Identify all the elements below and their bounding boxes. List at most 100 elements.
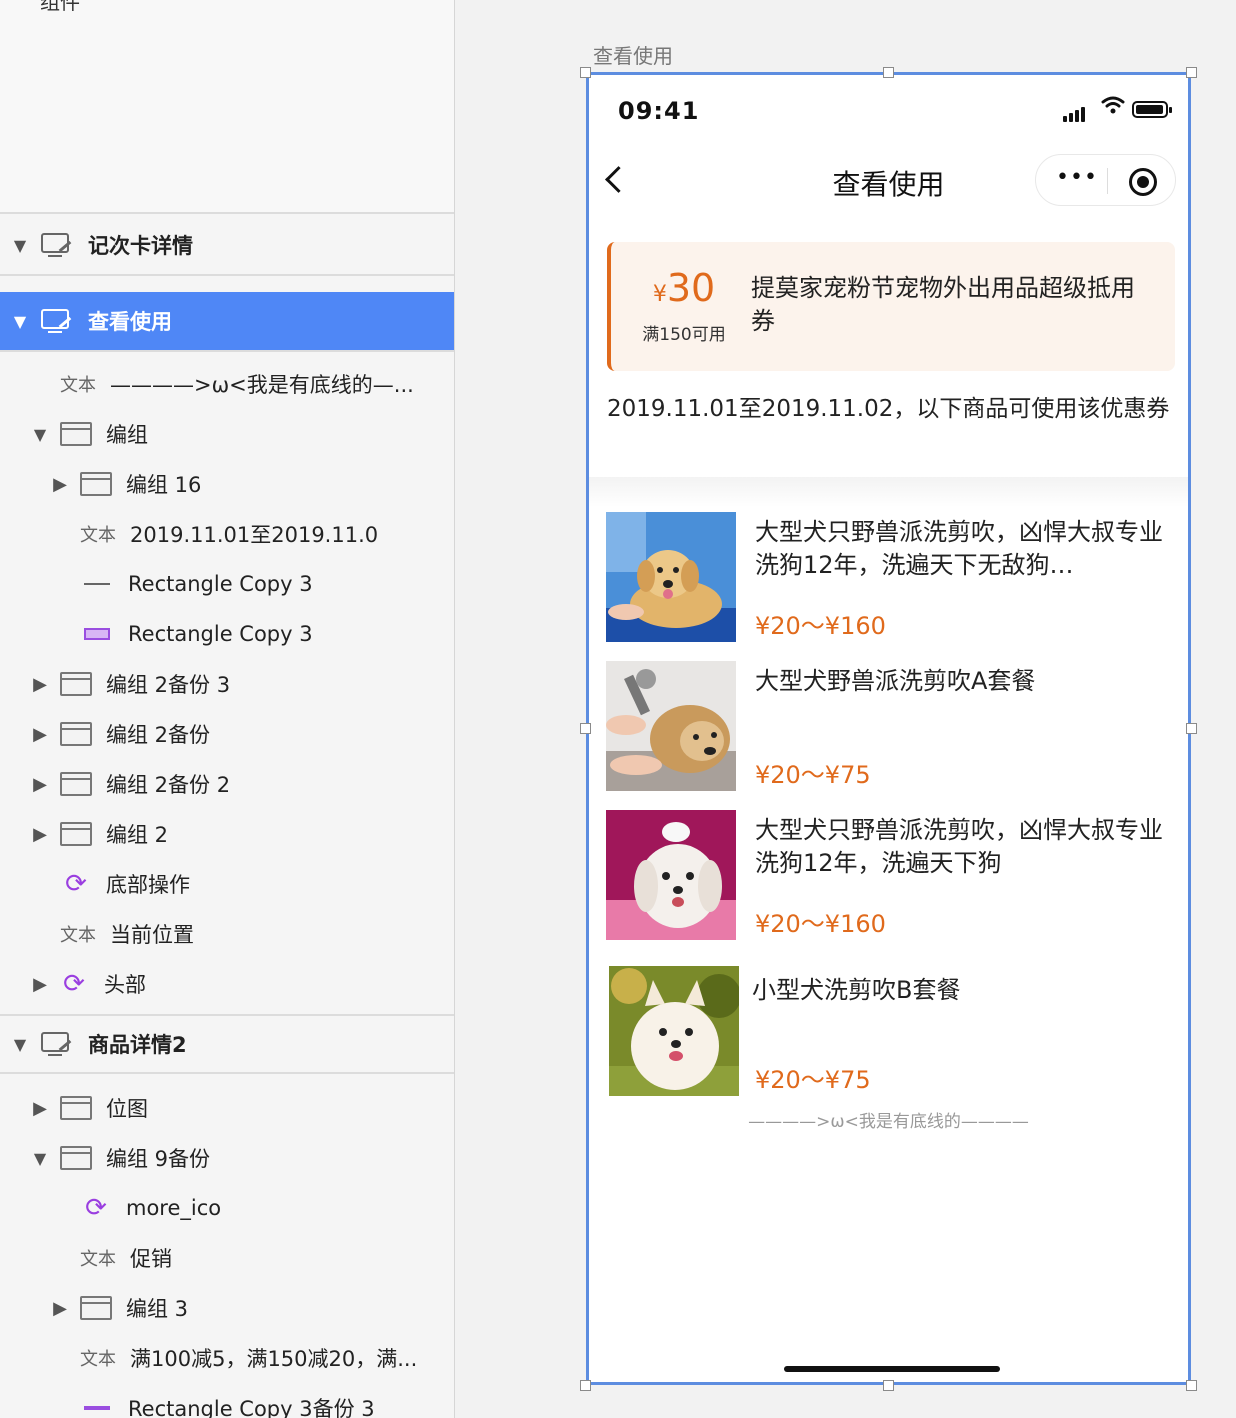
layer-item[interactable]: ▶ ⟳ 头部 — [0, 959, 454, 1009]
layer-label: 查看使用 — [88, 310, 172, 334]
text-layer-icon: 文本 — [80, 1349, 116, 1370]
layer-label: 当前位置 — [110, 923, 194, 947]
layer-item[interactable]: 文本 ————>ω<我是有底线的—... — [0, 359, 454, 409]
layer-item[interactable]: Rectangle Copy 3 — [0, 609, 454, 659]
expand-arrow-icon[interactable]: ▶ — [32, 774, 48, 795]
status-time: 09:41 — [618, 97, 700, 125]
layer-artboard-product-detail[interactable]: ▼ 商品详情2 — [0, 1014, 454, 1074]
signal-icon — [1063, 103, 1087, 122]
layer-item[interactable]: ▶ 编组 2备份 3 — [0, 659, 454, 709]
expand-arrow-icon[interactable]: ▶ — [32, 824, 48, 845]
layer-item[interactable]: ⟳ more_ico — [0, 1183, 454, 1233]
collapse-arrow-icon[interactable]: ▼ — [12, 1035, 28, 1054]
layer-item[interactable]: ▼ 编组 9备份 — [0, 1133, 454, 1183]
folder-icon — [80, 1296, 112, 1320]
artboard-icon — [40, 231, 74, 259]
layer-item[interactable]: ⟳ 底部操作 — [0, 859, 454, 909]
layers-panel: 组件 ▼ 记次卡详情 ▼ 查看使用 文本 ————>ω<我是有底线的—... ▼… — [0, 0, 455, 1418]
layer-artboard-view-usage[interactable]: ▼ 查看使用 — [0, 292, 454, 352]
layer-item[interactable]: ▶ 位图 — [0, 1083, 454, 1133]
layer-label: 编组 2备份 2 — [106, 773, 231, 797]
layer-item[interactable]: ▶ 编组 3 — [0, 1283, 454, 1333]
layer-label: 记次卡详情 — [88, 234, 193, 258]
layer-label: Rectangle Copy 3 — [128, 572, 313, 596]
resize-handle[interactable] — [883, 67, 894, 78]
layer-item[interactable]: 文本 满100减5，满150减20，满... — [0, 1333, 454, 1383]
layer-item[interactable]: ▼ 编组 — [0, 409, 454, 459]
text-layer-icon: 文本 — [60, 375, 96, 396]
resize-handle[interactable] — [580, 723, 591, 734]
product-item[interactable]: 大型犬只野兽派洗剪吹，凶悍大叔专业洗狗12年，洗遍天下无敌狗… ¥20～¥160 — [589, 512, 1188, 644]
layer-label: 商品详情2 — [88, 1033, 187, 1057]
resize-handle[interactable] — [1186, 1380, 1197, 1391]
layer-label: Rectangle Copy 3备份 3 — [128, 1397, 375, 1418]
resize-handle[interactable] — [580, 1380, 591, 1391]
layer-label: 编组 2 — [106, 823, 169, 847]
symbol-icon: ⟳ — [63, 969, 85, 999]
artboard-icon — [40, 1030, 74, 1058]
symbol-icon: ⟳ — [85, 1193, 107, 1223]
collapse-arrow-icon[interactable]: ▼ — [12, 312, 28, 331]
resize-handle[interactable] — [580, 67, 591, 78]
layer-item[interactable]: Rectangle Copy 3 — [0, 559, 454, 609]
folder-icon — [60, 722, 92, 746]
capsule-divider — [1107, 168, 1108, 194]
layer-label: 编组 2备份 — [106, 723, 211, 747]
folder-icon — [60, 1096, 92, 1120]
symbol-icon: ⟳ — [65, 869, 87, 899]
resize-handle[interactable] — [883, 1380, 894, 1391]
expand-arrow-icon[interactable]: ▶ — [32, 974, 48, 995]
layer-item[interactable]: ▶ 编组 2 — [0, 809, 454, 859]
expand-arrow-icon[interactable]: ▶ — [52, 1298, 68, 1319]
product-name: 大型犬野兽派洗剪吹A套餐 — [755, 667, 1036, 695]
layer-item[interactable]: 文本 促销 — [0, 1233, 454, 1283]
product-price: ¥20～¥75 — [755, 761, 871, 789]
collapse-arrow-icon[interactable]: ▼ — [32, 1149, 48, 1168]
expand-arrow-icon[interactable]: ▶ — [32, 674, 48, 695]
collapse-arrow-icon[interactable]: ▼ — [12, 236, 28, 255]
rectangle-shape-icon — [84, 1406, 110, 1410]
layer-label: 编组 9备份 — [106, 1147, 211, 1171]
phone-artboard[interactable]: 09:41 查看使用 ••• ¥30 满150可用 提莫家宠粉节宠物外出用品超级… — [586, 72, 1191, 1385]
resize-handle[interactable] — [1186, 723, 1197, 734]
layer-item[interactable]: 文本 2019.11.01至2019.11.0 — [0, 509, 454, 559]
resize-handle[interactable] — [1186, 67, 1197, 78]
coupon-condition: 满150可用 — [642, 325, 726, 345]
layer-artboard-card-detail[interactable]: ▼ 记次卡详情 — [0, 216, 454, 276]
product-image — [606, 512, 736, 642]
coupon-value: 30 — [666, 266, 716, 310]
more-dots-icon[interactable]: ••• — [1056, 165, 1098, 190]
layer-label: ————>ω<我是有底线的—... — [110, 373, 414, 397]
layer-item[interactable]: ▶ 编组 2备份 2 — [0, 759, 454, 809]
layer-item[interactable]: ▶ 编组 2备份 — [0, 709, 454, 759]
folder-icon — [80, 472, 112, 496]
product-image — [609, 966, 739, 1096]
validity-text: 2019.11.01至2019.11.02，以下商品可使用该优惠券 — [607, 396, 1170, 422]
layer-label: 促销 — [130, 1247, 172, 1271]
layer-label: 编组 16 — [126, 473, 202, 497]
coupon-card[interactable]: ¥30 满150可用 提莫家宠粉节宠物外出用品超级抵用券 — [607, 242, 1175, 371]
text-layer-icon: 文本 — [60, 925, 96, 946]
collapse-arrow-icon[interactable]: ▼ — [32, 425, 48, 444]
product-price: ¥20～¥75 — [755, 1066, 871, 1094]
expand-arrow-icon[interactable]: ▶ — [52, 474, 68, 495]
expand-arrow-icon[interactable]: ▶ — [32, 1098, 48, 1119]
layer-item[interactable]: ▶ 编组 16 — [0, 459, 454, 509]
wifi-icon — [1101, 95, 1125, 120]
layer-label: Rectangle Copy 3 — [128, 622, 313, 646]
artboard-title[interactable]: 查看使用 — [593, 40, 673, 69]
layer-label: 编组 2备份 3 — [106, 673, 231, 697]
close-target-icon[interactable] — [1129, 168, 1157, 196]
product-item[interactable]: 大型犬只野兽派洗剪吹，凶悍大叔专业洗狗12年，洗遍天下狗 ¥20～¥160 — [589, 810, 1188, 942]
layer-label: 2019.11.01至2019.11.0 — [130, 523, 379, 547]
rectangle-shape-icon — [84, 628, 110, 640]
folder-icon — [60, 772, 92, 796]
product-item[interactable]: 大型犬野兽派洗剪吹A套餐 ¥20～¥75 — [589, 661, 1188, 793]
layer-item[interactable]: Rectangle Copy 3备份 3 — [0, 1383, 454, 1418]
product-name: 大型犬只野兽派洗剪吹，凶悍大叔专业洗狗12年，洗遍天下无敌狗… — [755, 518, 1163, 579]
layer-label: 位图 — [106, 1097, 148, 1121]
product-item[interactable]: 小型犬洗剪吹B套餐 ¥20～¥75 — [589, 966, 1188, 1098]
artboard-icon — [40, 307, 74, 335]
layer-item[interactable]: 文本 当前位置 — [0, 909, 454, 959]
expand-arrow-icon[interactable]: ▶ — [32, 724, 48, 745]
